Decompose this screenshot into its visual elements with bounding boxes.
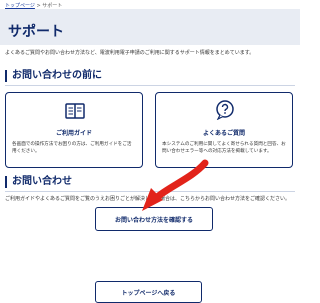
- section-title-contact: お問い合わせ: [5, 176, 72, 188]
- section-divider: [5, 85, 295, 86]
- user-guide-title: ご利用ガイド: [55, 130, 92, 137]
- section-title-before-contact: お問い合わせの前に: [5, 70, 102, 82]
- breadcrumb: トップページ > サポート: [5, 2, 62, 9]
- page-header: サポート: [0, 9, 300, 45]
- page-title: サポート: [8, 24, 64, 40]
- user-guide-card[interactable]: ご利用ガイド 各画面での操作方法でお困りの方は、ご利用ガイドをご活用ください。: [5, 92, 143, 168]
- book-icon: [65, 103, 85, 119]
- faq-description: 本システムのご利用に関してよく寄せられる質問と回答、お問い合わせエラー等への対応…: [162, 142, 286, 154]
- question-bubble-icon: [216, 100, 234, 120]
- user-guide-description: 各画面での操作方法でお困りの方は、ご利用ガイドをご活用ください。: [12, 142, 132, 154]
- confirm-contact-method-button[interactable]: お問い合わせ方法を確認する: [95, 207, 213, 231]
- page-description: よくあるご質問やお問い合わせ方法など、電波利用電子申請のご利用に関するサポート情…: [5, 50, 255, 56]
- faq-card[interactable]: よくあるご質問 本システムのご利用に関してよく寄せられる質問と回答、お問い合わせ…: [155, 92, 293, 168]
- contact-description: ご利用ガイドやよくあるご質問をご覧のうえお困りごとが解決しない場合は、こちらから…: [5, 196, 291, 202]
- faq-title: よくあるご質問: [202, 130, 245, 137]
- section-divider: [5, 191, 295, 192]
